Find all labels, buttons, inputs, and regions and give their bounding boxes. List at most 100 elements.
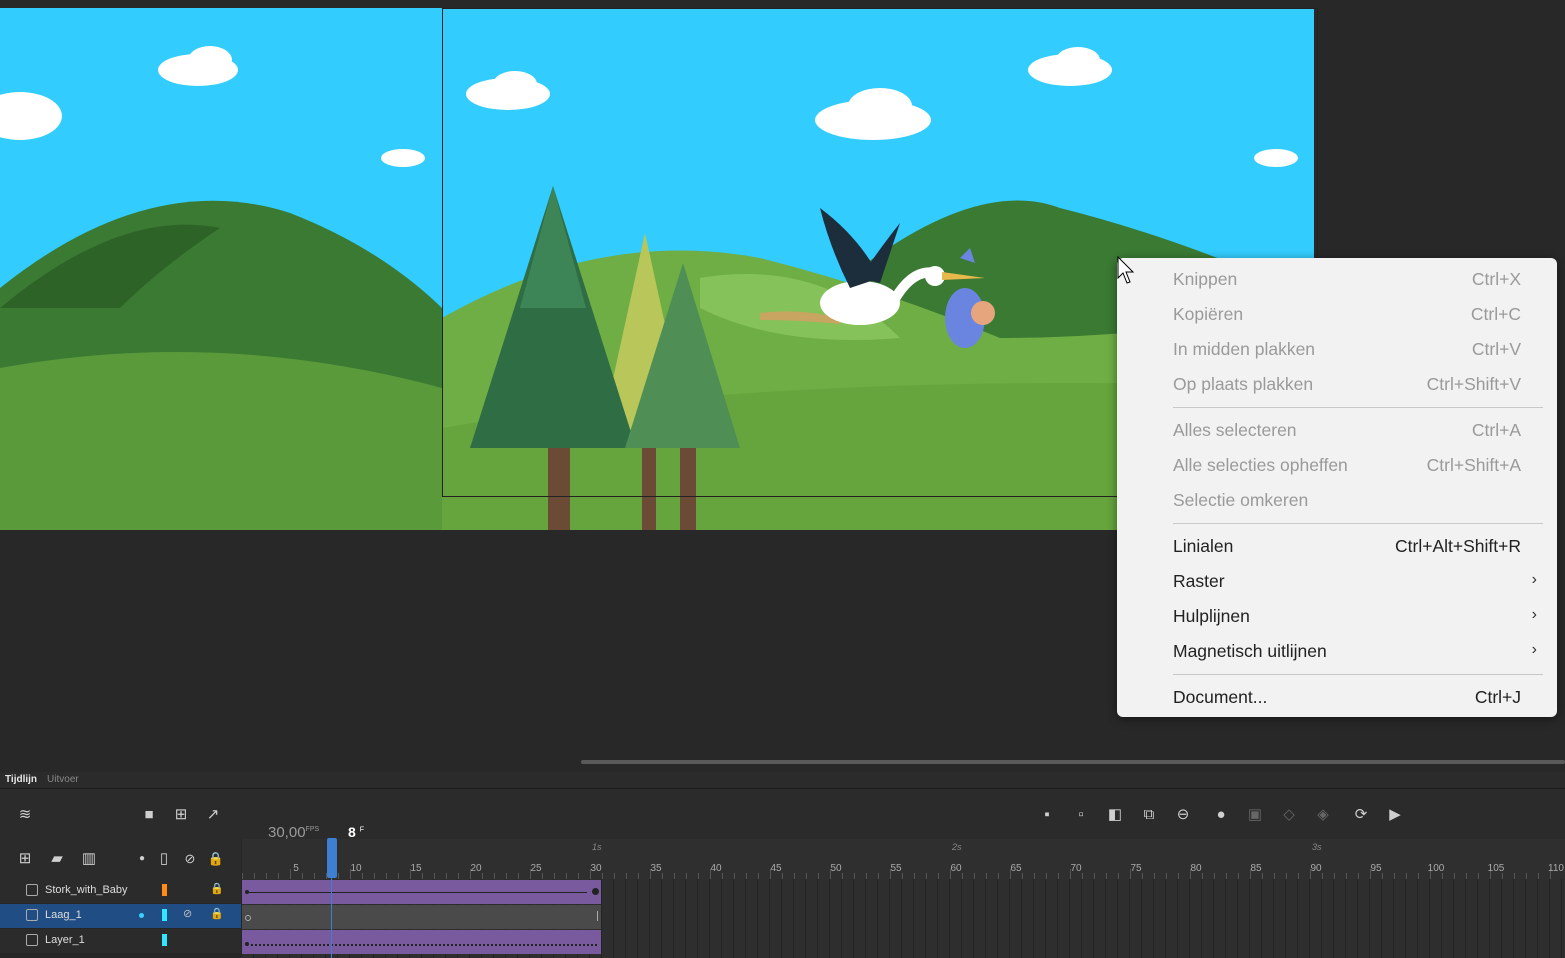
frame-unit: F <box>359 826 364 834</box>
layers-icon[interactable]: ≋ <box>15 807 35 823</box>
layer-row-stork-with-baby[interactable]: Stork_with_Baby 🔒 <box>0 879 241 903</box>
layer-parenting-icon[interactable]: ⊞ <box>171 807 191 823</box>
ruler-frame-number: 50 <box>830 863 842 874</box>
ruler-frame-number: 105 <box>1487 863 1505 874</box>
menu-item-raster[interactable]: Raster › <box>1117 564 1557 599</box>
ruler-frame-number: 95 <box>1370 863 1382 874</box>
menu-item-label: Magnetisch uitlijnen <box>1173 641 1327 661</box>
menu-item-linialen[interactable]: Linialen Ctrl+Alt+Shift+R <box>1117 529 1557 564</box>
menu-item-shortcut: Ctrl+C <box>1470 304 1521 324</box>
menu-item-hulplijnen[interactable]: Hulplijnen › <box>1117 599 1557 634</box>
ruler-frame-number: 75 <box>1130 863 1142 874</box>
menu-item-label: In midden plakken <box>1173 339 1316 359</box>
lock-icon[interactable]: 🔒 <box>210 882 224 895</box>
menu-item-shortcut: Ctrl+Alt+Shift+R <box>1395 536 1521 556</box>
current-frame-display[interactable]: 8 F <box>348 824 364 840</box>
ruler-frame-number: 70 <box>1070 863 1082 874</box>
menu-item-alle-selecties-opheffen[interactable]: Alle selecties opheffen Ctrl+Shift+A <box>1117 448 1557 483</box>
ruler-frame-number: 100 <box>1427 863 1445 874</box>
loop-icon[interactable]: ⟳ <box>1351 807 1371 823</box>
new-layer-icon[interactable]: ⊞ <box>15 851 35 867</box>
menu-item-shortcut: Ctrl+V <box>1471 339 1521 359</box>
graph-icon[interactable]: ↗ <box>203 807 223 823</box>
eye-hidden-icon[interactable]: ⊘ <box>183 907 192 920</box>
onion-outline-icon[interactable]: ▣ <box>1245 807 1265 823</box>
menu-item-document[interactable]: Document... Ctrl+J <box>1117 680 1557 715</box>
ruler-frame-number: 85 <box>1250 863 1262 874</box>
ruler-frame-number: 5 <box>293 863 299 874</box>
horizontal-scrollbar[interactable] <box>581 760 1565 764</box>
menu-item-label: Linialen <box>1173 536 1234 556</box>
layer-color-swatch[interactable] <box>162 884 167 896</box>
menu-item-label: Hulplijnen <box>1173 606 1250 626</box>
layer-row-laag-1[interactable]: Laag_1 ⊘ 🔒 <box>0 904 241 928</box>
remove-tween-icon[interactable]: ⊖ <box>1173 807 1193 823</box>
context-menu: Knippen Ctrl+X Kopiëren Ctrl+C In midden… <box>1117 258 1557 717</box>
frame-ruler[interactable]: 5 10 15 20 25 30 35 40 45 50 55 60 65 70 75 80 85 90 95 100… <box>242 839 1565 879</box>
menu-item-magnetisch-uitlijnen[interactable]: Magnetisch uitlijnen › <box>1117 634 1557 669</box>
ruler-frame-number: 30 <box>590 863 602 874</box>
frame-grid[interactable] <box>242 879 1565 958</box>
menu-item-shortcut: Ctrl+Shift+V <box>1426 374 1521 394</box>
tab-uitvoer[interactable]: Uitvoer <box>42 772 84 788</box>
modify-markers-icon[interactable]: ◈ <box>1313 807 1333 823</box>
ruler-frame-number: 110 <box>1548 863 1564 874</box>
create-tween-icon[interactable]: ⧉ <box>1139 807 1159 823</box>
layer-color-swatch[interactable] <box>162 909 167 921</box>
layer-name: Laag_1 <box>45 909 82 921</box>
ruler-frame-number: 15 <box>410 863 422 874</box>
insert-frame-icon[interactable]: ◧ <box>1105 807 1125 823</box>
menu-item-op-plaats-plakken[interactable]: Op plaats plakken Ctrl+Shift+V <box>1117 367 1557 402</box>
lock-icon[interactable]: 🔒 <box>210 907 224 920</box>
menu-item-label: Alle selecties opheffen <box>1173 455 1348 475</box>
panel-tabs: Tijdlijn Uitvoer <box>0 772 1565 789</box>
layer-icon <box>26 934 38 946</box>
layer-row-layer-1[interactable]: Layer_1 <box>0 929 241 953</box>
layer-span-layer-1[interactable] <box>242 930 601 954</box>
chevron-right-icon: › <box>1531 571 1537 588</box>
ruler-second-marker: 3s <box>1312 842 1322 852</box>
menu-item-kopieren[interactable]: Kopiëren Ctrl+C <box>1117 297 1557 332</box>
menu-item-in-midden-plakken[interactable]: In midden plakken Ctrl+V <box>1117 332 1557 367</box>
onion-skin-icon[interactable]: ● <box>1211 807 1231 823</box>
outline-icon[interactable]: ▯ <box>154 851 174 867</box>
layer-span-stork-with-baby[interactable] <box>242 880 601 904</box>
camera-icon[interactable]: ■ <box>139 807 159 823</box>
menu-item-label: Alles selecteren <box>1173 420 1297 440</box>
ruler-frame-number: 60 <box>950 863 962 874</box>
highlight-layer-icon[interactable]: ● <box>132 851 152 867</box>
layer-span-laag-1[interactable] <box>242 905 601 929</box>
current-frame-value: 8 <box>348 824 356 840</box>
menu-item-shortcut: Ctrl+A <box>1471 420 1521 440</box>
insert-keyframe-icon[interactable]: ▪ <box>1037 807 1057 823</box>
ruler-frame-number: 40 <box>710 863 722 874</box>
trash-icon[interactable]: ▥ <box>79 851 99 867</box>
chevron-right-icon: › <box>1531 641 1537 658</box>
ruler-frame-number: 25 <box>530 863 542 874</box>
fps-unit: FPS <box>305 826 320 833</box>
ruler-frame-number: 10 <box>350 863 362 874</box>
new-folder-icon[interactable]: ▰ <box>47 851 67 867</box>
menu-item-knippen[interactable]: Knippen Ctrl+X <box>1117 262 1557 297</box>
play-icon[interactable]: ▶ <box>1385 807 1405 823</box>
menu-item-label: Selectie omkeren <box>1173 490 1309 510</box>
menu-item-shortcut: Ctrl+J <box>1474 687 1521 707</box>
menu-item-label: Document... <box>1173 687 1268 707</box>
ruler-frame-number: 90 <box>1310 863 1322 874</box>
edit-multiple-frames-icon[interactable]: ◇ <box>1279 807 1299 823</box>
menu-item-selectie-omkeren[interactable]: Selectie omkeren <box>1117 483 1557 518</box>
tab-tijdlijn[interactable]: Tijdlijn <box>0 772 42 788</box>
eye-hidden-icon[interactable]: ⊘ <box>180 851 200 867</box>
layer-color-swatch[interactable] <box>162 934 167 946</box>
menu-item-shortcut: Ctrl+X <box>1471 269 1521 289</box>
menu-item-alles-selecteren[interactable]: Alles selecteren Ctrl+A <box>1117 413 1557 448</box>
highlight-dot <box>139 913 144 918</box>
ruler-frame-number: 45 <box>770 863 782 874</box>
insert-blank-keyframe-icon[interactable]: ▫ <box>1071 807 1091 823</box>
layer-name: Layer_1 <box>45 934 85 946</box>
menu-item-label: Op plaats plakken <box>1173 374 1314 394</box>
chevron-right-icon: › <box>1531 606 1537 623</box>
lock-icon[interactable]: 🔒 <box>206 851 226 867</box>
layer-icon <box>26 909 38 921</box>
playhead[interactable] <box>327 838 337 878</box>
